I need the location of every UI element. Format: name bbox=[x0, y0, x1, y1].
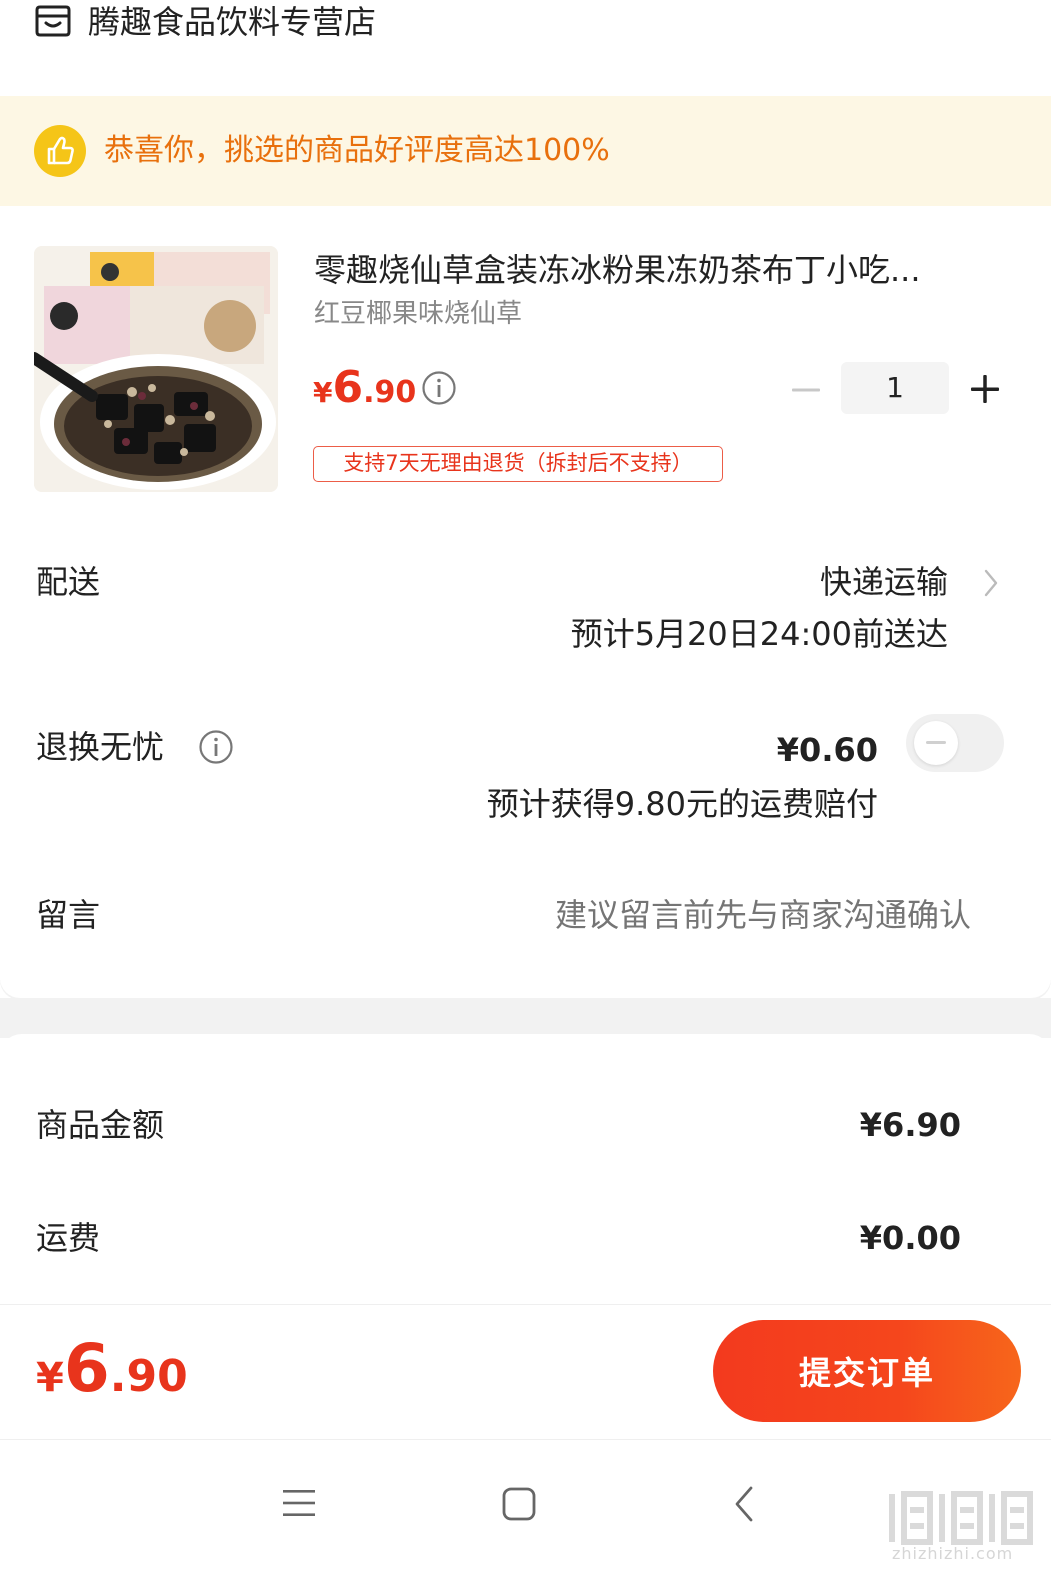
store-header: 腾趣食品饮料专营店 bbox=[0, 0, 1051, 96]
section-divider bbox=[0, 978, 1051, 1038]
return-insurance-label: 退换无忧 bbox=[36, 728, 165, 766]
delivery-eta: 预计5月20日24:00前送达 bbox=[570, 615, 948, 653]
store-icon bbox=[35, 5, 71, 37]
quantity-input[interactable]: 1 bbox=[841, 362, 949, 414]
chevron-right-icon[interactable] bbox=[980, 565, 1002, 601]
message-label: 留言 bbox=[36, 896, 101, 934]
shipping-fee-label: 运费 bbox=[36, 1219, 101, 1257]
price-decimal: .90 bbox=[363, 375, 417, 410]
banner-text: 恭喜你，挑选的商品好评度高达100% bbox=[104, 133, 610, 168]
shipping-fee-value: ¥0.00 bbox=[859, 1219, 961, 1257]
insurance-toggle[interactable] bbox=[906, 714, 1004, 772]
total-decimal: .90 bbox=[109, 1351, 188, 1402]
toggle-knob bbox=[914, 721, 958, 765]
store-name[interactable]: 腾趣食品饮料专营店 bbox=[88, 0, 376, 44]
watermark-text: zhizhizhi.com bbox=[892, 1544, 1014, 1563]
back-icon[interactable] bbox=[732, 1484, 756, 1524]
quantity-decrease-button[interactable] bbox=[788, 372, 824, 408]
product-price: ¥6.90 bbox=[313, 362, 416, 413]
insurance-note: 预计获得9.80元的运费赔付 bbox=[486, 785, 878, 823]
return-policy-tag: 支持7天无理由退货（拆封后不支持） bbox=[313, 446, 723, 482]
price-info-icon[interactable] bbox=[421, 370, 457, 406]
submit-order-button[interactable]: 提交订单 bbox=[713, 1320, 1021, 1422]
home-icon[interactable] bbox=[501, 1486, 537, 1522]
quantity-increase-button[interactable] bbox=[966, 370, 1004, 408]
delivery-method[interactable]: 快递运输 bbox=[820, 560, 948, 604]
menu-icon[interactable] bbox=[282, 1487, 316, 1519]
total-price: ¥6.90 bbox=[36, 1330, 188, 1407]
delivery-label: 配送 bbox=[36, 563, 101, 601]
total-currency: ¥ bbox=[36, 1355, 64, 1401]
product-image[interactable] bbox=[34, 246, 278, 492]
thumbs-up-icon bbox=[34, 125, 86, 177]
goods-amount-value: ¥6.90 bbox=[859, 1106, 961, 1144]
message-input[interactable] bbox=[451, 893, 971, 937]
insurance-price: ¥0.60 bbox=[776, 731, 878, 769]
price-integer: 6 bbox=[332, 362, 364, 413]
product-title[interactable]: 零趣烧仙草盒装冻冰粉果冻奶茶布丁小吃... bbox=[314, 248, 1004, 292]
product-variant[interactable]: 红豆椰果味烧仙草 bbox=[314, 296, 522, 332]
goods-amount-label: 商品金额 bbox=[36, 1106, 165, 1144]
price-summary bbox=[0, 1034, 1051, 1304]
total-integer: 6 bbox=[63, 1330, 110, 1407]
insurance-info-icon[interactable] bbox=[198, 729, 234, 765]
price-currency: ¥ bbox=[313, 376, 333, 409]
